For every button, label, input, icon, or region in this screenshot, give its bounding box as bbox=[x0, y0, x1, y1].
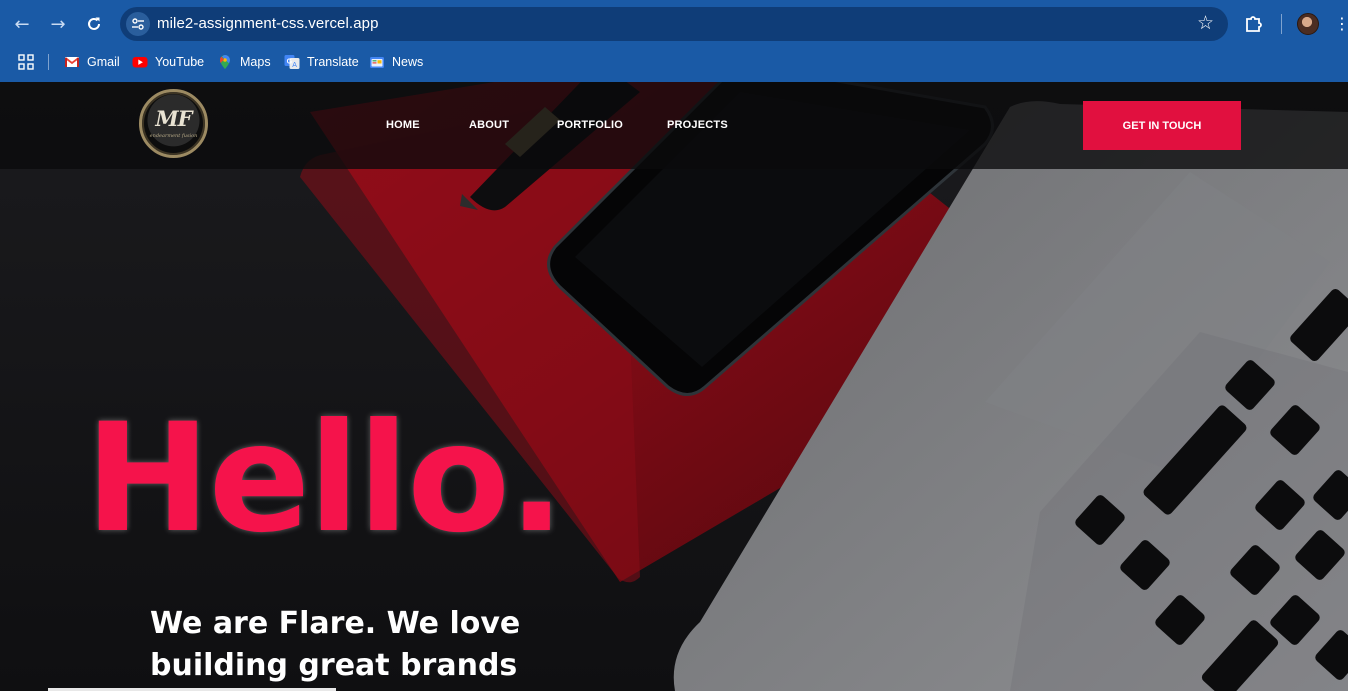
site-settings-button[interactable] bbox=[126, 12, 150, 36]
bookmark-label: Gmail bbox=[87, 55, 120, 69]
bookmark-label: Translate bbox=[307, 55, 359, 69]
news-icon bbox=[370, 57, 384, 68]
hero-headline: Hello. bbox=[85, 392, 565, 566]
reload-button[interactable] bbox=[82, 12, 106, 36]
bookmark-label: YouTube bbox=[155, 55, 205, 69]
bookmarks-bar: Gmail YouTube Maps GA Translate News bbox=[0, 48, 1348, 82]
tune-icon bbox=[132, 18, 144, 30]
browser-toolbar: ← → mile2-assignment-css.vercel.app ☆ ⋮ bbox=[0, 0, 1348, 48]
bookmark-news[interactable]: News bbox=[369, 52, 423, 72]
reload-icon bbox=[88, 17, 100, 30]
extensions-icon[interactable] bbox=[1243, 12, 1265, 34]
nav-home[interactable]: HOME bbox=[386, 119, 420, 131]
browser-chrome: ← → mile2-assignment-css.vercel.app ☆ ⋮ … bbox=[0, 0, 1348, 82]
bookmark-gmail[interactable]: Gmail bbox=[64, 52, 120, 72]
nav-portfolio[interactable]: PORTFOLIO bbox=[557, 119, 623, 131]
translate-icon: GA bbox=[284, 55, 300, 69]
logo-mark: MF bbox=[155, 106, 192, 131]
back-button[interactable]: ← bbox=[10, 12, 34, 36]
hero-tagline: We are Flare. We love building great bra… bbox=[150, 606, 521, 683]
hero-background-image bbox=[0, 82, 1348, 691]
youtube-icon bbox=[132, 57, 148, 68]
get-in-touch-button[interactable]: GET IN TOUCH bbox=[1083, 101, 1241, 150]
forward-button[interactable]: → bbox=[46, 12, 70, 36]
site-logo[interactable]: MF endearment fusion bbox=[139, 89, 208, 158]
bookmark-maps[interactable]: Maps bbox=[217, 52, 271, 72]
profile-avatar[interactable] bbox=[1297, 13, 1319, 35]
bookmark-label: News bbox=[392, 55, 424, 69]
nav-about[interactable]: ABOUT bbox=[469, 119, 509, 131]
logo-tagline: endearment fusion bbox=[149, 133, 198, 139]
bookmark-label: Maps bbox=[240, 55, 271, 69]
svg-text:A: A bbox=[292, 62, 297, 69]
maps-icon bbox=[219, 55, 230, 69]
apps-grid-icon[interactable] bbox=[18, 54, 34, 70]
site-header: MF endearment fusion HOME ABOUT PORTFOLI… bbox=[0, 82, 1348, 169]
bookmark-translate[interactable]: GA Translate bbox=[284, 52, 359, 72]
url-text[interactable]: mile2-assignment-css.vercel.app bbox=[157, 15, 379, 32]
address-bar[interactable]: mile2-assignment-css.vercel.app ☆ bbox=[120, 7, 1228, 41]
bookmarks-divider bbox=[48, 54, 49, 70]
web-page: MF endearment fusion HOME ABOUT PORTFOLI… bbox=[0, 82, 1348, 691]
gmail-icon bbox=[64, 57, 80, 67]
bookmark-star-icon[interactable]: ☆ bbox=[1197, 12, 1214, 34]
toolbar-divider bbox=[1281, 14, 1282, 34]
nav-projects[interactable]: PROJECTS bbox=[667, 119, 728, 131]
bookmark-youtube[interactable]: YouTube bbox=[132, 52, 204, 72]
browser-menu-icon[interactable]: ⋮ bbox=[1334, 14, 1348, 33]
